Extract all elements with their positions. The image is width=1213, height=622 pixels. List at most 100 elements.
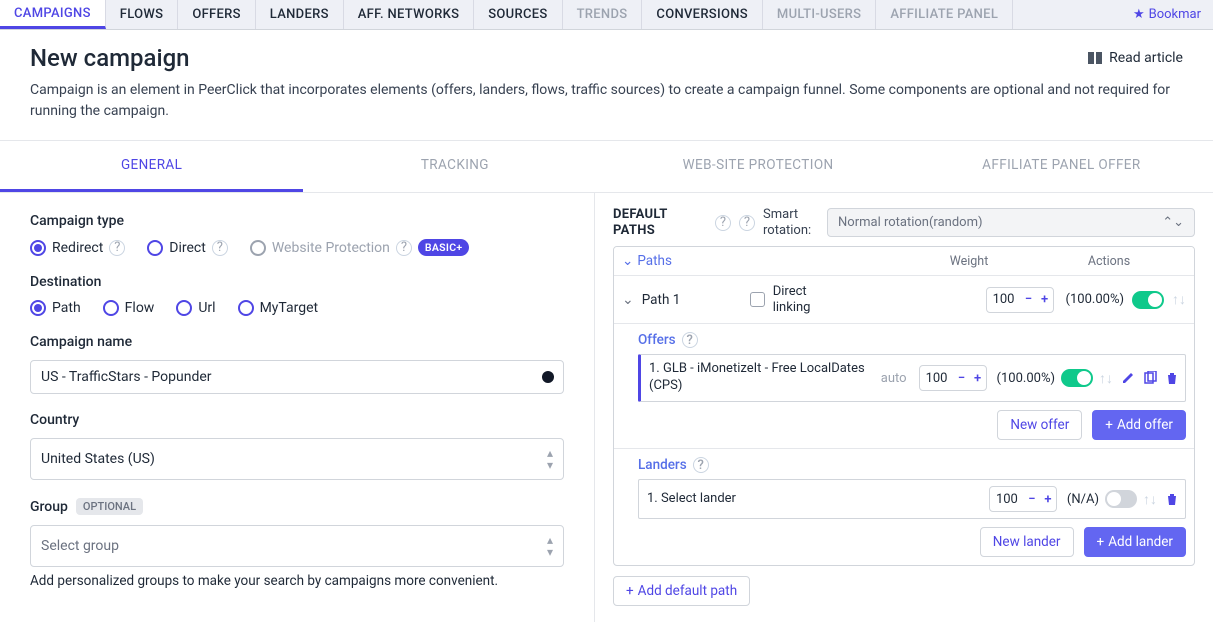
weight-input[interactable]: 100 − + bbox=[919, 365, 987, 391]
paths-table: ⌄ Paths Weight Actions ⌄ Path 1 Direct l… bbox=[613, 246, 1195, 566]
country-select[interactable]: United States (US) ▴▾ bbox=[30, 438, 564, 480]
lander-toggle[interactable] bbox=[1105, 490, 1137, 508]
new-lander-button[interactable]: New lander bbox=[980, 527, 1074, 557]
help-icon[interactable]: ? bbox=[396, 240, 412, 256]
subtab-general[interactable]: GENERAL bbox=[0, 141, 303, 192]
radio-path[interactable]: Path bbox=[30, 300, 81, 316]
offer-name: 1. GLB - iMonetizeIt - Free LocalDates (… bbox=[649, 361, 869, 395]
help-icon[interactable]: ? bbox=[109, 240, 125, 256]
sort-handles[interactable]: ↑↓ bbox=[1143, 491, 1157, 508]
plus-icon[interactable]: + bbox=[1037, 292, 1053, 307]
content-area: Campaign type Redirect ? Direct ? Websit… bbox=[0, 193, 1213, 622]
direct-linking-label: Direct linking bbox=[773, 284, 833, 315]
minus-icon[interactable]: − bbox=[954, 371, 970, 386]
radio-direct-label: Direct bbox=[169, 240, 206, 256]
destination-label: Destination bbox=[30, 274, 564, 290]
weight-value: 100 bbox=[987, 292, 1021, 307]
minus-icon[interactable]: − bbox=[1021, 292, 1037, 307]
offer-toggle[interactable] bbox=[1061, 369, 1093, 387]
sort-handles[interactable]: ↑↓ bbox=[1172, 291, 1186, 308]
subtab-wsp[interactable]: WEB-SITE PROTECTION bbox=[607, 141, 910, 192]
bookmark-link[interactable]: ★ Bookmar bbox=[1133, 7, 1213, 22]
group-select[interactable]: Select group ▴▾ bbox=[30, 525, 564, 567]
edit-icon[interactable] bbox=[1121, 371, 1135, 385]
radio-flow[interactable]: Flow bbox=[103, 300, 155, 316]
auto-label: auto bbox=[881, 371, 907, 386]
plus-icon[interactable]: + bbox=[1040, 492, 1056, 507]
tab-aff-networks[interactable]: AFF. NETWORKS bbox=[344, 0, 474, 29]
lander-row[interactable]: 1. Select lander 100 − + (N/A) ↑↓ bbox=[638, 479, 1186, 519]
add-default-path-button[interactable]: + Add default path bbox=[613, 576, 750, 606]
help-icon[interactable]: ? bbox=[715, 215, 731, 231]
subtab-apo[interactable]: AFFILIATE PANEL OFFER bbox=[910, 141, 1213, 192]
tab-affiliate-panel[interactable]: AFFILIATE PANEL bbox=[876, 0, 1013, 29]
paths-header[interactable]: ⌄ Paths bbox=[614, 247, 914, 275]
trash-icon[interactable] bbox=[1165, 492, 1179, 506]
read-article-label: Read article bbox=[1109, 50, 1183, 66]
help-icon[interactable]: ? bbox=[682, 332, 698, 348]
radio-mytarget[interactable]: MyTarget bbox=[238, 300, 319, 316]
tab-offers[interactable]: OFFERS bbox=[178, 0, 255, 29]
weight-input[interactable]: 100 − + bbox=[989, 486, 1057, 512]
offers-section: Offers ? 1. GLB - iMonetizeIt - Free Loc… bbox=[614, 324, 1194, 449]
radio-path-label: Path bbox=[52, 300, 81, 316]
new-offer-button[interactable]: New offer bbox=[997, 410, 1082, 440]
weight-input[interactable]: 100 − + bbox=[986, 287, 1054, 313]
add-offer-button[interactable]: + Add offer bbox=[1092, 410, 1186, 440]
help-icon[interactable]: ? bbox=[739, 215, 755, 231]
left-column: Campaign type Redirect ? Direct ? Websit… bbox=[0, 193, 595, 622]
radio-url-label: Url bbox=[198, 300, 215, 316]
path-name[interactable]: Path 1 bbox=[642, 292, 742, 308]
help-icon[interactable]: ? bbox=[212, 240, 228, 256]
top-bar: CAMPAIGNS FLOWS OFFERS LANDERS AFF. NETW… bbox=[0, 0, 1213, 30]
campaign-name-input[interactable]: US - TrafficStars - Popunder bbox=[30, 360, 564, 394]
chevron-down-icon: ⌄ bbox=[622, 253, 633, 269]
trash-icon[interactable] bbox=[1165, 371, 1179, 385]
weight-header: Weight bbox=[914, 254, 1024, 269]
tab-landers[interactable]: LANDERS bbox=[256, 0, 344, 29]
copy-icon[interactable] bbox=[1143, 371, 1157, 385]
plus-icon: + bbox=[626, 583, 634, 599]
path-row: ⌄ Path 1 Direct linking 100 − + (100.00%… bbox=[614, 276, 1194, 324]
optional-badge: OPTIONAL bbox=[76, 498, 143, 515]
add-default-path-label: Add default path bbox=[638, 583, 737, 599]
tab-trends[interactable]: TRENDS bbox=[563, 0, 643, 29]
add-lander-label: Add lander bbox=[1108, 534, 1173, 550]
paths-label: Paths bbox=[637, 253, 672, 269]
add-lander-button[interactable]: + Add lander bbox=[1084, 527, 1186, 557]
bookmark-label: Bookmar bbox=[1149, 7, 1201, 22]
radio-url[interactable]: Url bbox=[176, 300, 215, 316]
status-dot-icon bbox=[542, 371, 554, 383]
country-value: United States (US) bbox=[41, 451, 155, 467]
basic-plus-badge: BASIC+ bbox=[418, 239, 470, 256]
radio-icon bbox=[30, 240, 46, 256]
group-label: Group OPTIONAL bbox=[30, 498, 143, 515]
radio-redirect[interactable]: Redirect ? bbox=[30, 240, 125, 256]
chevron-down-icon[interactable]: ⌄ bbox=[622, 292, 634, 308]
radio-icon bbox=[147, 240, 163, 256]
help-icon[interactable]: ? bbox=[693, 457, 709, 473]
subtab-tracking[interactable]: TRACKING bbox=[303, 141, 606, 192]
tab-flows[interactable]: FLOWS bbox=[106, 0, 179, 29]
tab-campaigns[interactable]: CAMPAIGNS bbox=[0, 0, 106, 29]
plus-icon[interactable]: + bbox=[970, 371, 986, 386]
read-article-link[interactable]: Read article bbox=[1087, 50, 1183, 66]
tab-conversions[interactable]: CONVERSIONS bbox=[642, 0, 763, 29]
rotation-select[interactable]: Normal rotation(random) ⌃⌄ bbox=[827, 208, 1195, 237]
sort-handles[interactable]: ↑↓ bbox=[1099, 370, 1113, 387]
chevron-updown-icon: ▴▾ bbox=[547, 534, 553, 558]
chevron-updown-icon: ⌃⌄ bbox=[1162, 215, 1184, 230]
path-toggle[interactable] bbox=[1132, 291, 1164, 309]
plus-icon: + bbox=[1105, 417, 1113, 433]
group-help-text: Add personalized groups to make your sea… bbox=[30, 573, 564, 589]
radio-direct[interactable]: Direct ? bbox=[147, 240, 228, 256]
tab-multi-users[interactable]: MULTI-USERS bbox=[763, 0, 876, 29]
path-checkbox[interactable] bbox=[750, 292, 765, 307]
radio-wp[interactable]: Website Protection ? BASIC+ bbox=[250, 239, 470, 256]
tab-sources[interactable]: SOURCES bbox=[474, 0, 562, 29]
offer-row[interactable]: 1. GLB - iMonetizeIt - Free LocalDates (… bbox=[638, 354, 1186, 402]
landers-section: Landers ? 1. Select lander 100 − + (N/A)… bbox=[614, 449, 1194, 565]
radio-icon bbox=[176, 300, 192, 316]
offers-title: Offers ? bbox=[638, 332, 1186, 348]
minus-icon[interactable]: − bbox=[1024, 492, 1040, 507]
